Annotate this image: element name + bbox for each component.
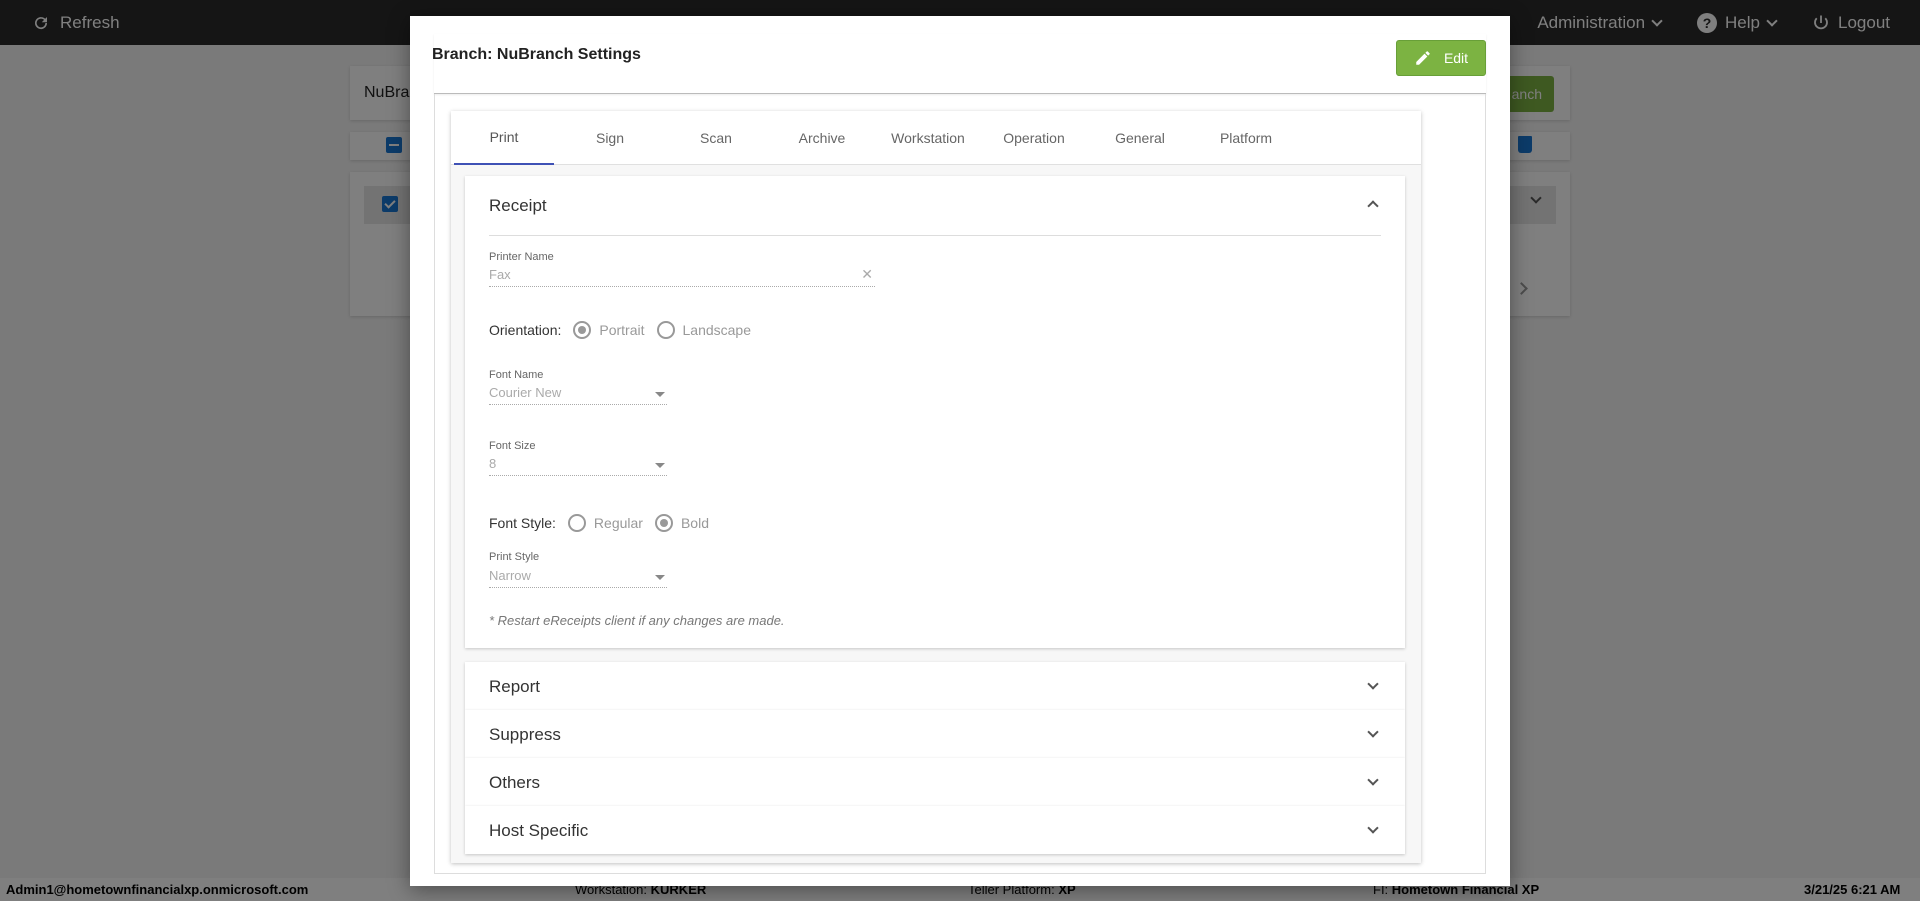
restart-note: * Restart eReceipts client if any change… xyxy=(489,613,785,628)
font-size-select[interactable]: 8 xyxy=(489,452,667,476)
settings-tabs: Print Sign Scan Archive Workstation Oper… xyxy=(451,111,1421,165)
font-style-label: Font Style: xyxy=(489,515,556,531)
dropdown-caret-icon xyxy=(655,463,665,468)
report-title: Report xyxy=(489,677,541,696)
tab-sign[interactable]: Sign xyxy=(560,111,660,165)
dropdown-caret-icon xyxy=(655,392,665,397)
chevron-down-icon xyxy=(1367,774,1379,786)
tab-print[interactable]: Print xyxy=(454,111,554,165)
host-specific-title: Host Specific xyxy=(489,821,589,840)
others-panel[interactable]: Others xyxy=(465,758,1405,806)
landscape-radio[interactable] xyxy=(656,321,675,339)
regular-radio[interactable] xyxy=(567,514,586,532)
settings-card: Print Sign Scan Archive Workstation Oper… xyxy=(451,111,1421,863)
font-name-select[interactable]: Courier New xyxy=(489,381,667,405)
edit-label: Edit xyxy=(1443,50,1469,66)
portrait-radio[interactable] xyxy=(573,321,592,339)
tab-general[interactable]: General xyxy=(1090,111,1190,165)
tab-operation[interactable]: Operation xyxy=(984,111,1084,165)
dropdown-caret-icon xyxy=(655,575,665,580)
printer-name-field[interactable]: Fax ✕ xyxy=(489,263,875,287)
suppress-title: Suppress xyxy=(489,725,561,744)
tab-workstation[interactable]: Workstation xyxy=(878,111,978,165)
regular-label: Regular xyxy=(593,515,643,531)
landscape-label: Landscape xyxy=(682,322,752,338)
host-specific-panel[interactable]: Host Specific xyxy=(465,806,1405,854)
font-style-group: Font Style: Regular Bold xyxy=(489,514,721,532)
orientation-label: Orientation: xyxy=(489,322,562,338)
branch-settings-modal: Branch: NuBranch Settings Edit Print Sig… xyxy=(410,16,1510,886)
divider xyxy=(489,235,1381,236)
tab-platform[interactable]: Platform xyxy=(1196,111,1296,165)
print-style-select[interactable]: Narrow xyxy=(489,564,667,588)
report-panel[interactable]: Report xyxy=(465,662,1405,710)
chevron-down-icon xyxy=(1367,726,1379,738)
others-title: Others xyxy=(489,773,541,792)
suppress-panel[interactable]: Suppress xyxy=(465,710,1405,758)
modal-title: Branch: NuBranch Settings xyxy=(432,46,641,63)
pencil-icon xyxy=(1416,51,1430,65)
orientation-group: Orientation: Portrait Landscape xyxy=(489,321,763,339)
receipt-title: Receipt xyxy=(489,196,547,215)
receipt-panel: Receipt Printer Name Fax ✕ Orientation: … xyxy=(465,176,1405,648)
tab-scan[interactable]: Scan xyxy=(666,111,766,165)
chevron-down-icon xyxy=(1367,822,1379,834)
chevron-up-icon xyxy=(1367,200,1379,212)
clear-icon[interactable]: ✕ xyxy=(861,266,873,283)
font-size-label: Font Size xyxy=(489,440,536,452)
printer-name-label: Printer Name xyxy=(489,251,554,263)
bold-radio[interactable] xyxy=(654,514,673,532)
bold-label: Bold xyxy=(680,515,709,531)
modal-header xyxy=(434,34,1486,94)
chevron-down-icon xyxy=(1367,678,1379,690)
print-style-label: Print Style xyxy=(489,551,540,563)
portrait-label: Portrait xyxy=(599,322,645,338)
font-name-label: Font Name xyxy=(489,369,544,381)
receipt-panel-header[interactable]: Receipt xyxy=(465,176,1405,236)
edit-button[interactable]: Edit xyxy=(1396,40,1486,76)
tab-archive[interactable]: Archive xyxy=(772,111,872,165)
